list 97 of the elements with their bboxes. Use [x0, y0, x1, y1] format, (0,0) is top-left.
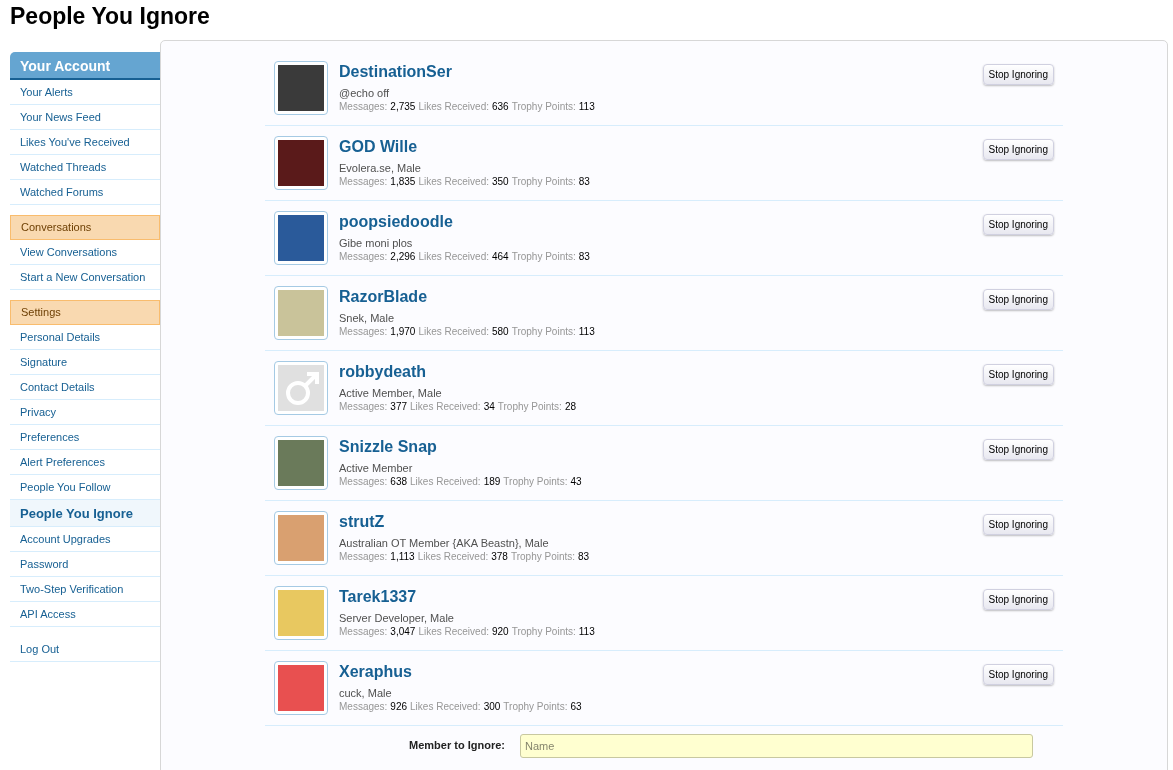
stat-label: Likes Received: [418, 100, 489, 114]
stat-value: 113 [578, 325, 595, 339]
stat-label: Messages: [339, 475, 388, 489]
stop-ignoring-button[interactable]: Stop Ignoring [982, 664, 1054, 685]
member-name-field[interactable]: Name [520, 734, 1033, 758]
member-name-link[interactable]: robbydeath [339, 361, 427, 383]
stat-label: Messages: [339, 550, 388, 564]
stat-value: 636 [492, 100, 509, 114]
stat-value: 638 [390, 475, 408, 489]
member-name-link[interactable]: Snizzle Snap [339, 436, 437, 458]
stat-label: Trophy Points: [511, 625, 576, 639]
section-heading: Your Account [10, 52, 160, 80]
stat-label: Messages: [339, 400, 388, 414]
member-title: Server Developer, Male [339, 611, 454, 625]
stop-ignoring-button[interactable]: Stop Ignoring [982, 289, 1054, 310]
member-name-link[interactable]: Tarek1337 [339, 586, 417, 608]
member-name-link[interactable]: Xeraphus [339, 661, 412, 683]
stat-label: Likes Received: [410, 475, 481, 489]
stop-ignoring-button[interactable]: Stop Ignoring [982, 64, 1054, 85]
photo-placeholder[interactable] [278, 65, 324, 111]
photo-placeholder[interactable] [278, 590, 324, 636]
stat-value: 1,113 [390, 550, 415, 564]
photo-placeholder[interactable] [278, 290, 324, 336]
stat-value: 189 [483, 475, 501, 489]
section-heading: Settings [10, 300, 160, 325]
stop-ignoring-button[interactable]: Stop Ignoring [982, 589, 1054, 610]
stat-value: 580 [492, 325, 509, 339]
male-symbol-avatar-icon [278, 365, 324, 411]
stat-label: Messages: [339, 175, 388, 189]
stat-label: Messages: [339, 625, 388, 639]
stat-label: Trophy Points: [503, 475, 568, 489]
member-name-link[interactable]: RazorBlade [339, 286, 428, 308]
stat-value: 83 [578, 550, 590, 564]
stat-label: Messages: [339, 100, 388, 114]
stat-value: 3,047 [390, 625, 416, 639]
stat-value: 83 [578, 250, 590, 264]
photo-placeholder[interactable] [278, 515, 324, 561]
member-title: Evolera.se, Male [339, 161, 421, 175]
stat-label: Likes Received: [417, 550, 489, 564]
stat-value: 113 [578, 625, 595, 639]
page-title: People You Ignore [9, 2, 211, 30]
stat-value: 350 [492, 175, 509, 189]
stat-value: 28 [564, 400, 576, 414]
stat-label: Trophy Points: [511, 100, 576, 114]
stat-label: Likes Received: [418, 175, 489, 189]
stop-ignoring-button[interactable]: Stop Ignoring [982, 214, 1054, 235]
stat-value: 113 [578, 100, 595, 114]
stop-ignoring-button[interactable]: Stop Ignoring [982, 439, 1054, 460]
stat-label: Trophy Points: [511, 175, 576, 189]
stat-value: 1,835 [390, 175, 416, 189]
stat-label: Likes Received: [418, 625, 489, 639]
photo-placeholder[interactable] [278, 215, 324, 261]
stat-label: Likes Received: [418, 325, 489, 339]
stat-value: 464 [492, 250, 509, 264]
stat-label: Trophy Points: [511, 250, 576, 264]
stat-label: Likes Received: [418, 250, 489, 264]
stat-value: 920 [492, 625, 509, 639]
photo-placeholder[interactable] [278, 665, 324, 711]
section-heading: Conversations [10, 215, 160, 240]
member-title: Active Member, Male [339, 386, 442, 400]
stat-value: 2,735 [390, 100, 416, 114]
field-label: Member to Ignore: [408, 738, 505, 752]
photo-placeholder[interactable] [278, 140, 324, 186]
stat-label: Messages: [339, 250, 388, 264]
member-title: Australian OT Member {AKA Beastn}, Male [339, 536, 549, 550]
stat-label: Messages: [339, 325, 388, 339]
member-name-link[interactable]: poopsiedoodle [339, 211, 453, 233]
member-name-link[interactable]: GOD Wille [339, 136, 418, 158]
stat-label: Messages: [339, 700, 388, 714]
stat-value: 34 [483, 400, 495, 414]
member-name-link[interactable]: DestinationSer [339, 61, 452, 83]
stat-label: Likes Received: [410, 700, 481, 714]
photo-placeholder[interactable] [278, 440, 324, 486]
member-title: Gibe moni plos [339, 236, 413, 250]
member-title: @echo off [339, 86, 390, 100]
member-title: cuck, Male [339, 686, 392, 700]
member-name-link[interactable]: strutZ [339, 511, 385, 533]
stat-value: 926 [390, 700, 408, 714]
stat-value: 1,970 [390, 325, 416, 339]
member-title: Snek, Male [339, 311, 395, 325]
stat-label: Trophy Points: [511, 325, 576, 339]
stat-value: 2,296 [390, 250, 416, 264]
sidebar-link[interactable]: People You Ignore [10, 500, 160, 527]
stat-value: 43 [570, 475, 582, 489]
stat-label: Likes Received: [410, 400, 481, 414]
stop-ignoring-button[interactable]: Stop Ignoring [982, 364, 1054, 385]
stop-ignoring-button[interactable]: Stop Ignoring [982, 139, 1054, 160]
stop-ignoring-button[interactable]: Stop Ignoring [982, 514, 1054, 535]
stat-value: 83 [578, 175, 590, 189]
stat-value: 300 [483, 700, 501, 714]
member-title: Active Member [339, 461, 413, 475]
stat-label: Trophy Points: [503, 700, 568, 714]
stat-label: Trophy Points: [510, 550, 576, 564]
stat-value: 63 [570, 700, 582, 714]
stat-value: 378 [491, 550, 508, 564]
stat-value: 377 [390, 400, 408, 414]
stat-label: Trophy Points: [497, 400, 562, 414]
